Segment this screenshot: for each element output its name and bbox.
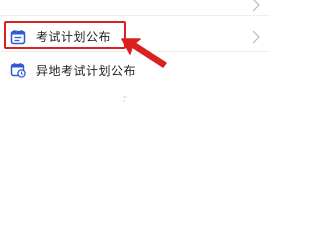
menu-item-remote-exam-plan[interactable]: 异地考试计划公布 xyxy=(0,56,270,84)
calendar-list-icon xyxy=(10,29,26,44)
chevron-right-icon xyxy=(252,30,260,43)
menu-item-previous[interactable] xyxy=(0,0,270,16)
artifact-speck xyxy=(123,96,127,98)
menu-item-exam-plan-label: 考试计划公布 xyxy=(36,30,112,44)
calendar-clock-icon xyxy=(10,63,26,78)
chevron-right-icon xyxy=(252,0,260,12)
menu-item-remote-exam-plan-label: 异地考试计划公布 xyxy=(36,63,137,78)
menu-item-exam-plan[interactable]: 考试计划公布 xyxy=(0,22,270,52)
artifact-speck xyxy=(123,100,125,102)
